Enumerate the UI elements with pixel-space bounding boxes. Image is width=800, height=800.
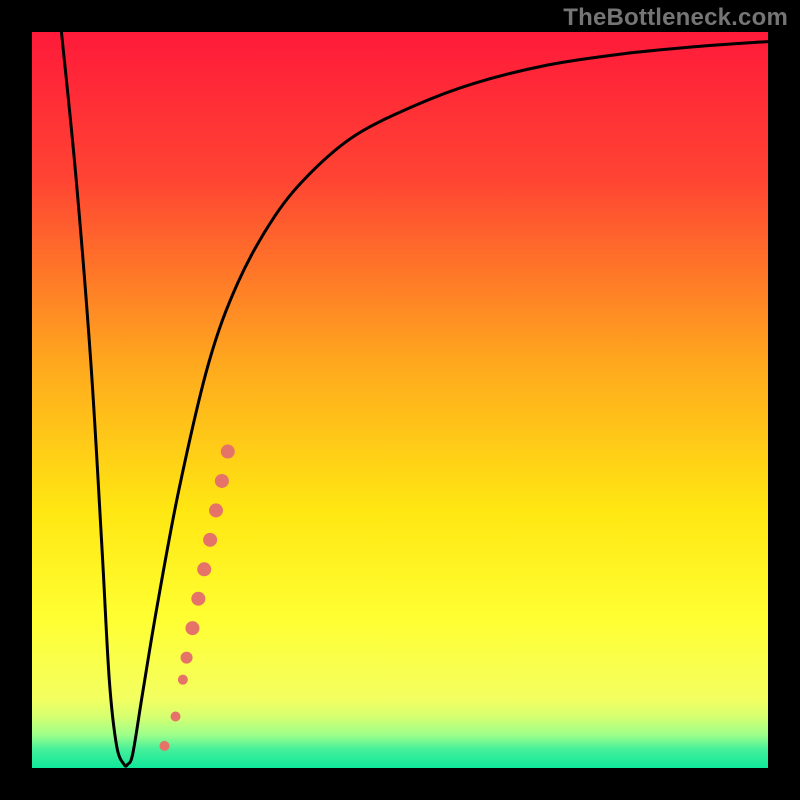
highlight-point — [185, 621, 199, 635]
highlight-point — [171, 711, 181, 721]
highlight-point — [203, 533, 217, 547]
watermark-text: TheBottleneck.com — [563, 4, 788, 32]
highlight-point — [197, 562, 211, 576]
highlight-point — [221, 445, 235, 459]
chart-frame: { "watermark": "TheBottleneck.com", "cha… — [0, 0, 800, 800]
highlight-point — [191, 592, 205, 606]
gradient-background — [32, 32, 768, 768]
highlight-point — [215, 474, 229, 488]
highlight-point — [181, 652, 193, 664]
chart-canvas — [0, 0, 800, 800]
highlight-point — [209, 503, 223, 517]
highlight-point — [178, 675, 188, 685]
highlight-point — [159, 741, 169, 751]
